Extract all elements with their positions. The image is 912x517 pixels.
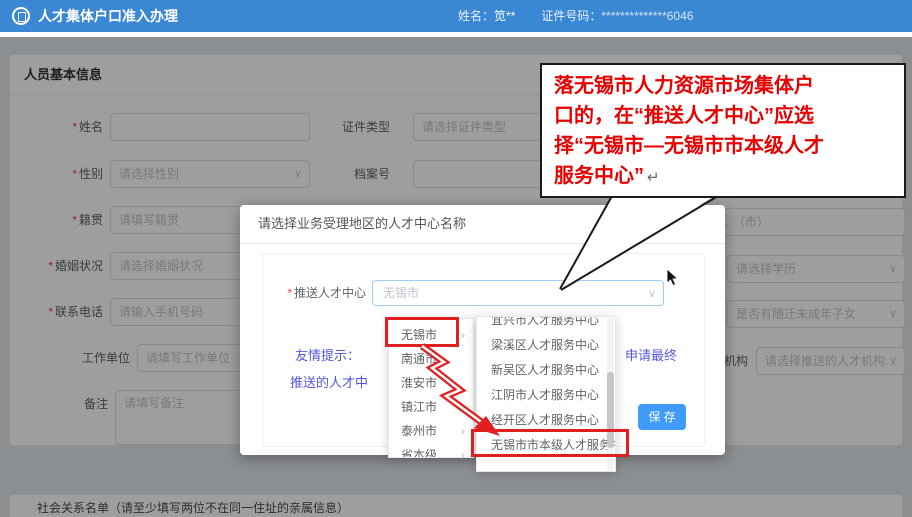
lightning-arrow-annotation [400,336,520,446]
callout-line: 服务中心”↵ [554,161,892,193]
return-mark: ↵ [647,169,660,186]
page-title: 人才集体户口准入办理 [38,0,178,32]
app-header: 人才集体户口准入办理 姓名：笕** 证件号码：**************6046 [0,0,912,32]
user-id-label: 证件号码： [541,9,601,23]
save-button[interactable]: 保 存 [638,404,686,430]
user-name-label: 姓名： [458,9,494,23]
hint-text-line2: 推送的人才中 [290,372,368,391]
callout-line: 择“无锡市—无锡市市本级人才 [554,131,892,161]
push-center-label: *推送人才中心 [252,280,366,306]
mouse-cursor [666,269,682,287]
hint-text-suffix: 申请最终 [625,345,677,364]
user-name-value: 笕** [494,9,515,23]
app-logo-icon [12,7,30,25]
callout-tail [540,190,912,300]
header-user-info: 姓名：笕** 证件号码：**************6046 [458,0,693,32]
callout-line: 口的，在“推送人才中心”应选 [554,101,892,131]
callout-line: 落无锡市人力资源市场集体户 [554,71,892,101]
hint-text-prefix: 友情提示： [295,345,360,364]
required-star: * [287,286,292,300]
instruction-callout: 落无锡市人力资源市场集体户 口的，在“推送人才中心”应选 择“无锡市—无锡市市本… [540,63,906,198]
user-id-value: **************6046 [601,9,693,23]
center-menu-item-yixing[interactable]: 宜兴市人才服务中心 [477,316,615,333]
